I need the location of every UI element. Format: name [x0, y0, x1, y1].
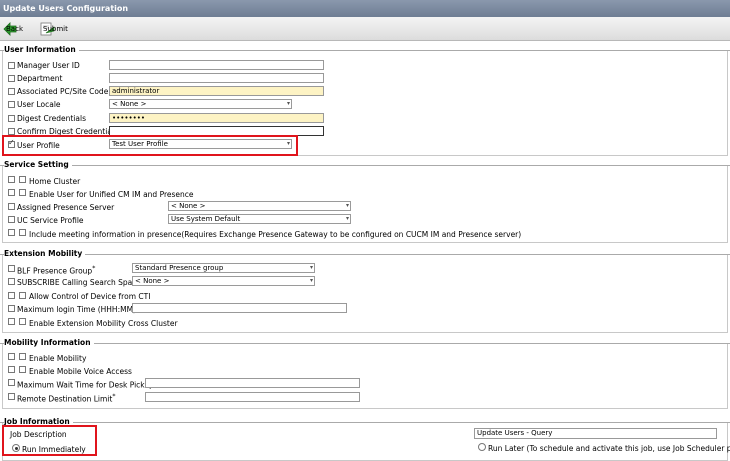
section-title-mobility-information: Mobility Information: [4, 338, 94, 347]
enable-mva-label: Enable Mobile Voice Access: [29, 367, 132, 376]
run-later-radio[interactable]: [478, 443, 486, 451]
user-profile-label: User Profile: [17, 141, 60, 150]
enable-mva-value-checkbox[interactable]: [19, 366, 26, 373]
allow-cti-checkbox[interactable]: [8, 292, 15, 299]
allow-cti-value-checkbox[interactable]: [19, 292, 26, 299]
manager-user-id-input[interactable]: [109, 60, 324, 70]
max-login-label: Maximum login Time (HHH:MM): [17, 305, 136, 314]
section-title-extension-mobility: Extension Mobility: [4, 249, 86, 258]
digest-credentials-input[interactable]: ••••••••: [109, 113, 324, 123]
department-label: Department: [17, 74, 63, 83]
assigned-presence-value: < None >: [171, 202, 206, 210]
submit-label: Submit: [43, 25, 68, 33]
enable-em-cross-checkbox[interactable]: [8, 318, 15, 325]
window-title: Update Users Configuration: [0, 0, 730, 17]
enable-im-checkbox[interactable]: [8, 189, 15, 196]
department-checkbox[interactable]: [8, 75, 15, 82]
uc-service-select[interactable]: Use System Default ▾: [168, 214, 351, 224]
manager-user-id-label: Manager User ID: [17, 61, 80, 70]
uc-service-label: UC Service Profile: [17, 216, 84, 225]
back-button[interactable]: Back: [3, 21, 23, 37]
run-immediately-label: Run Immediately: [22, 445, 86, 454]
blf-group-label: BLF Presence Group*: [17, 265, 95, 276]
chevron-down-icon: ▾: [345, 215, 349, 222]
user-locale-select[interactable]: < None > ▾: [109, 99, 292, 109]
confirm-digest-checkbox[interactable]: [8, 128, 15, 135]
job-description-label: Job Description: [10, 430, 67, 439]
user-locale-label: User Locale: [17, 100, 61, 109]
section-divider: [0, 422, 730, 423]
assigned-presence-checkbox[interactable]: [8, 203, 15, 210]
enable-mobility-value-checkbox[interactable]: [19, 353, 26, 360]
manager-user-id-checkbox[interactable]: [8, 62, 15, 69]
section-divider: [0, 343, 730, 344]
required-marker: *: [92, 265, 96, 272]
home-cluster-value-checkbox[interactable]: [19, 176, 26, 183]
blf-group-value: Standard Presence group: [135, 264, 224, 272]
enable-mobility-checkbox[interactable]: [8, 353, 15, 360]
job-description-input[interactable]: Update Users - Query: [474, 428, 717, 439]
chevron-down-icon: ▾: [286, 140, 290, 147]
include-meeting-value-checkbox[interactable]: [19, 229, 26, 236]
digest-credentials-checkbox[interactable]: [8, 115, 15, 122]
chevron-down-icon: ▾: [286, 100, 290, 107]
blf-group-checkbox[interactable]: [8, 265, 15, 272]
enable-im-value-checkbox[interactable]: [19, 189, 26, 196]
uc-service-value: Use System Default: [171, 215, 241, 223]
include-meeting-checkbox[interactable]: [8, 229, 15, 236]
submit-button[interactable]: Submit: [40, 21, 68, 37]
remote-limit-label: Remote Destination Limit*: [17, 393, 115, 404]
enable-mva-checkbox[interactable]: [8, 366, 15, 373]
enable-im-label: Enable User for Unified CM IM and Presen…: [29, 190, 194, 199]
associated-pc-label: Associated PC/Site Code: [17, 87, 109, 96]
max-wait-checkbox[interactable]: [8, 379, 15, 386]
section-divider: [0, 50, 730, 51]
subscribe-css-value: < None >: [135, 277, 170, 285]
toolbar: Back Submit: [0, 17, 730, 41]
enable-mobility-label: Enable Mobility: [29, 354, 87, 363]
assigned-presence-label: Assigned Presence Server: [17, 203, 115, 212]
user-locale-checkbox[interactable]: [8, 101, 15, 108]
required-marker: *: [112, 393, 116, 400]
digest-credentials-label: Digest Credentials: [17, 114, 86, 123]
user-locale-value: < None >: [112, 100, 147, 108]
subscribe-css-label: SUBSCRIBE Calling Search Space: [17, 278, 141, 287]
remote-limit-label-text: Remote Destination Limit: [17, 394, 113, 404]
section-divider: [0, 165, 730, 166]
enable-em-cross-value-checkbox[interactable]: [19, 318, 26, 325]
chevron-down-icon: ▾: [309, 277, 313, 284]
subscribe-css-checkbox[interactable]: [8, 278, 15, 285]
remote-limit-input[interactable]: [145, 392, 360, 402]
include-meeting-label: Include meeting information in presence(…: [29, 230, 522, 239]
section-title-service-setting: Service Setting: [4, 160, 72, 169]
associated-pc-input[interactable]: administrator: [109, 86, 324, 96]
chevron-down-icon: ▾: [345, 202, 349, 209]
enable-em-cross-label: Enable Extension Mobility Cross Cluster: [29, 319, 178, 328]
department-input[interactable]: [109, 73, 324, 83]
user-profile-select[interactable]: Test User Profile ▾: [109, 139, 292, 149]
allow-cti-label: Allow Control of Device from CTI: [29, 292, 151, 301]
max-login-checkbox[interactable]: [8, 305, 15, 312]
max-wait-label-text: Maximum Wait Time for Desk Pickup: [17, 380, 154, 390]
max-wait-label: Maximum Wait Time for Desk Pickup*: [17, 379, 157, 390]
subscribe-css-select[interactable]: < None > ▾: [132, 276, 315, 286]
blf-group-label-text: BLF Presence Group: [17, 266, 93, 276]
blf-group-select[interactable]: Standard Presence group ▾: [132, 263, 315, 273]
chevron-down-icon: ▾: [309, 264, 313, 271]
max-login-input[interactable]: [132, 303, 347, 313]
run-later-label: Run Later (To schedule and activate this…: [488, 444, 730, 453]
uc-service-checkbox[interactable]: [8, 216, 15, 223]
run-immediately-radio[interactable]: [12, 444, 20, 452]
associated-pc-checkbox[interactable]: [8, 88, 15, 95]
assigned-presence-select[interactable]: < None > ▾: [168, 201, 351, 211]
user-profile-checkbox[interactable]: [8, 138, 15, 148]
remote-limit-checkbox[interactable]: [8, 393, 15, 400]
section-title-user-information: User Information: [4, 45, 79, 54]
user-profile-value: Test User Profile: [112, 140, 168, 148]
back-label: Back: [6, 25, 23, 33]
home-cluster-label: Home Cluster: [29, 177, 81, 186]
section-divider: [0, 254, 730, 255]
max-wait-input[interactable]: [145, 378, 360, 388]
home-cluster-checkbox[interactable]: [8, 176, 15, 183]
